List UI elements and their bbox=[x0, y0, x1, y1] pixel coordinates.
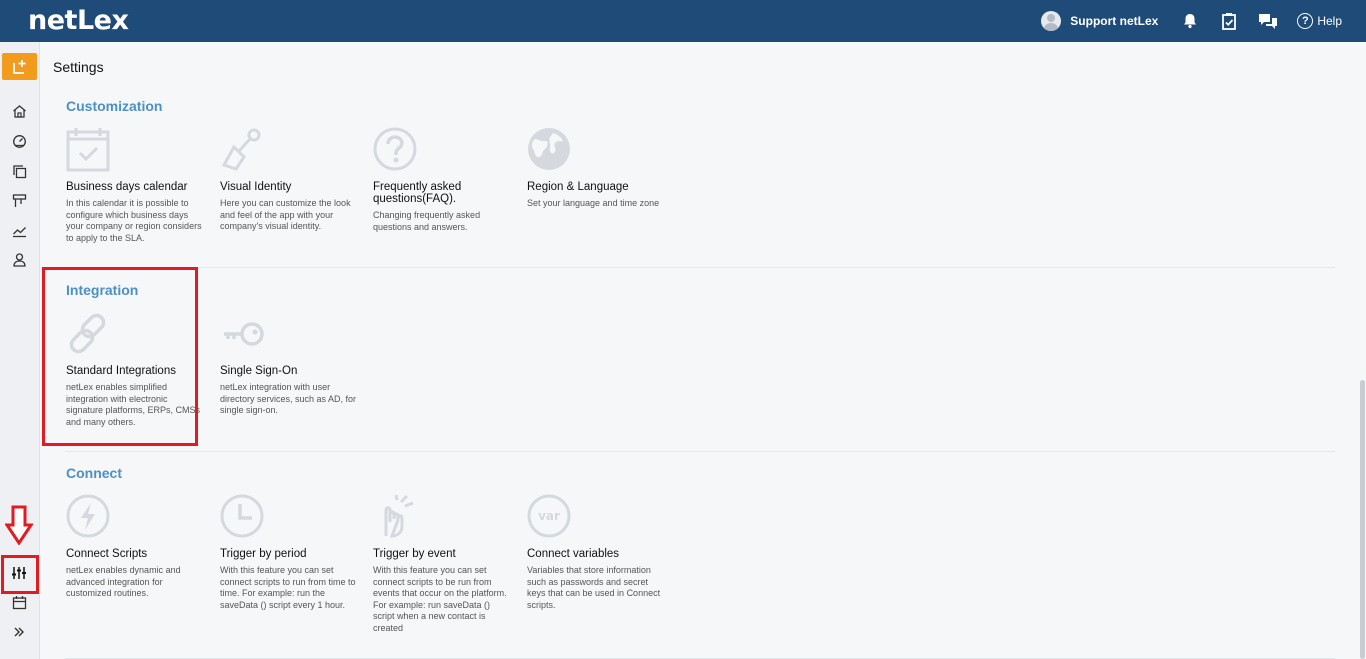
top-bar: netLex Support netLex ? Help bbox=[0, 0, 1366, 42]
card-title: Business days calendar bbox=[66, 181, 188, 193]
dashboard-icon[interactable] bbox=[10, 132, 28, 150]
card-description: netLex integration with user directory s… bbox=[220, 382, 357, 415]
card-description: In this calendar it is possible to confi… bbox=[66, 198, 202, 243]
chat-icon[interactable] bbox=[1258, 11, 1278, 31]
clock-icon bbox=[220, 494, 266, 540]
card-description: Set your language and time zone bbox=[527, 198, 660, 208]
card-title: Trigger by period bbox=[220, 548, 307, 560]
card-description: Changing frequently asked questions and … bbox=[373, 210, 481, 232]
hand-pointer-icon bbox=[373, 494, 419, 540]
section-divider bbox=[65, 267, 1335, 268]
clipboard-check-icon[interactable] bbox=[1219, 11, 1239, 31]
card-trigger-by-event[interactable]: Trigger by event With this feature you c… bbox=[373, 494, 513, 634]
card-description: With this feature you can set connect sc… bbox=[373, 565, 507, 633]
card-business-days-calendar[interactable]: Business days calendar In this calendar … bbox=[66, 127, 206, 244]
section-title-connect: Connect bbox=[66, 465, 122, 481]
card-connect-scripts[interactable]: Connect Scripts netLex enables dynamic a… bbox=[66, 494, 206, 600]
card-title: Region & Language bbox=[527, 181, 629, 193]
card-description: netLex enables dynamic and advanced inte… bbox=[66, 565, 181, 598]
key-icon bbox=[220, 311, 266, 357]
globe-icon bbox=[527, 127, 573, 173]
chart-icon[interactable] bbox=[10, 221, 28, 239]
user-name[interactable]: Support netLex bbox=[1070, 14, 1158, 28]
card-description: Variables that store information such as… bbox=[527, 565, 661, 610]
card-description: Here you can customize the look and feel… bbox=[220, 198, 351, 231]
card-description: With this feature you can set connect sc… bbox=[220, 565, 356, 610]
red-highlight-settings bbox=[1, 555, 39, 594]
card-visual-identity[interactable]: Visual Identity Here you can customize t… bbox=[220, 127, 360, 233]
card-single-sign-on[interactable]: Single Sign-On netLex integration with u… bbox=[220, 311, 360, 417]
card-faq[interactable]: Frequently asked questions(FAQ). Changin… bbox=[373, 127, 513, 233]
vertical-scrollbar[interactable] bbox=[1360, 380, 1365, 659]
calendar-icon[interactable] bbox=[10, 593, 28, 611]
new-button[interactable] bbox=[2, 53, 37, 80]
top-right-controls: Support netLex ? Help bbox=[1041, 0, 1366, 42]
page-title: Settings bbox=[53, 59, 104, 75]
user-avatar[interactable] bbox=[1041, 11, 1062, 31]
card-title: Connect variables bbox=[527, 548, 620, 560]
question-circle-icon bbox=[373, 127, 419, 173]
expand-icon[interactable] bbox=[10, 623, 28, 641]
card-title: Trigger by event bbox=[373, 548, 456, 560]
bell-icon[interactable] bbox=[1180, 11, 1200, 31]
main-content: Settings Customization Business days cal… bbox=[41, 42, 1358, 659]
board-icon[interactable] bbox=[10, 191, 28, 209]
card-connect-variables[interactable]: var Connect variables Variables that sto… bbox=[527, 494, 667, 611]
section-title-customization: Customization bbox=[66, 98, 163, 114]
red-highlight-standard-integrations bbox=[42, 267, 198, 446]
documents-icon[interactable] bbox=[10, 162, 28, 180]
card-title: Connect Scripts bbox=[66, 548, 148, 560]
bolt-icon bbox=[66, 494, 112, 540]
new-icon bbox=[12, 59, 25, 74]
card-title: Frequently asked questions(FAQ). bbox=[373, 181, 462, 205]
card-trigger-by-period[interactable]: Trigger by period With this feature you … bbox=[220, 494, 360, 611]
app-logo[interactable]: netLex bbox=[28, 5, 129, 36]
user-icon[interactable] bbox=[10, 250, 28, 268]
calendar-check-icon bbox=[66, 127, 112, 173]
red-down-arrow-annotation bbox=[4, 505, 34, 550]
var-icon: var bbox=[527, 494, 573, 540]
card-title: Single Sign-On bbox=[220, 365, 298, 377]
card-region-language[interactable]: Region & Language Set your language and … bbox=[527, 127, 667, 210]
card-title: Visual Identity bbox=[220, 181, 292, 193]
help-icon: ? bbox=[1297, 13, 1314, 29]
paint-brush-icon bbox=[220, 127, 266, 173]
section-divider bbox=[65, 451, 1335, 452]
help-button[interactable]: ? Help bbox=[1297, 13, 1342, 29]
help-label: Help bbox=[1317, 14, 1342, 28]
home-icon[interactable] bbox=[10, 102, 28, 120]
svg-text:var: var bbox=[538, 509, 560, 523]
